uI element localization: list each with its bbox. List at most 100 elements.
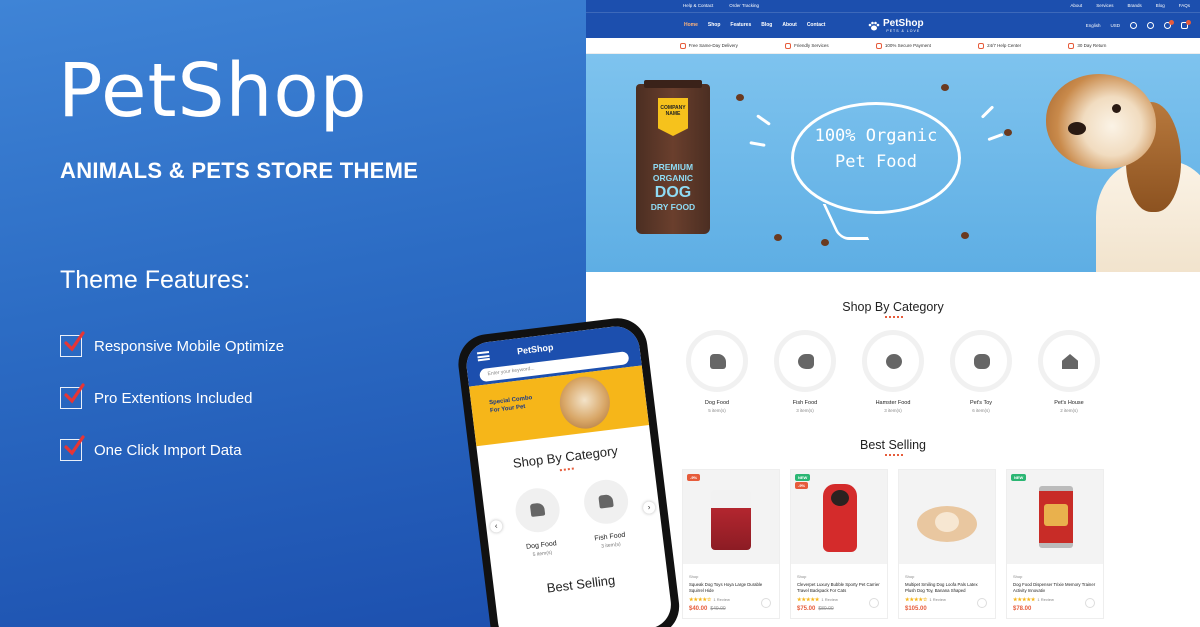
feature-item: One Click Import Data	[60, 424, 284, 476]
bag-line: DRY FOOD	[650, 201, 696, 212]
product-name[interactable]: Multipet Smiling Dog Loofa Pals Latex Pl…	[905, 582, 989, 594]
product-thumb	[711, 490, 751, 550]
category-dog-food[interactable]: Dog Food 5 item(s)	[686, 330, 748, 413]
add-to-cart-icon[interactable]	[761, 598, 771, 608]
bag-line: DOG	[654, 183, 692, 201]
wishlist-badge	[1169, 20, 1174, 25]
cart-icon[interactable]	[1181, 20, 1191, 29]
product-card[interactable]: NEW -9% Shop Cleverpet Luxury Bubble Spo…	[790, 469, 888, 619]
product-category: Shop	[905, 574, 915, 579]
add-to-cart-icon[interactable]	[869, 598, 879, 608]
nav-blog[interactable]: Blog	[761, 22, 772, 28]
category-name: Dog Food	[704, 400, 730, 406]
kibble-decoration	[961, 232, 969, 239]
dog-image	[1026, 66, 1200, 272]
about-link[interactable]: About	[1070, 3, 1082, 8]
product-discount-badge: -9%	[795, 482, 809, 489]
service-label: Friendly Services	[794, 43, 829, 48]
kibble-decoration	[821, 239, 829, 246]
price-old: $80.00	[818, 606, 834, 612]
product-name[interactable]: Squeak Dog Toys Hoya Large Durable Squir…	[689, 582, 773, 594]
product-category: Shop	[689, 574, 699, 579]
price-current: $105.00	[905, 606, 927, 612]
ray-decoration	[987, 132, 1004, 142]
product-category: Shop	[1013, 574, 1023, 579]
hamburger-menu-icon[interactable]	[476, 350, 490, 362]
product-name[interactable]: Cleverpet Luxury Bubble Sporty Pet Carri…	[797, 582, 881, 594]
brands-link[interactable]: Brands	[1127, 3, 1141, 8]
paw-icon	[868, 21, 880, 30]
category-fish-food[interactable]: Fish Food 3 item(s)	[774, 330, 836, 413]
help-contact-link[interactable]: Help & Contact	[683, 3, 713, 8]
phone-category-item[interactable]: Dog Food 5 item(s)	[512, 485, 565, 560]
wishlist-icon[interactable]	[1164, 20, 1174, 29]
ray-decoration	[980, 105, 995, 119]
title-underline	[885, 315, 903, 318]
faqs-link[interactable]: FAQs	[1179, 3, 1190, 8]
phone-logo[interactable]: PetShop	[517, 342, 554, 356]
hamster-icon	[886, 354, 902, 369]
review-count: 1 Review	[713, 597, 730, 602]
category-pets-toy[interactable]: Pet's Toy 6 item(s)	[950, 330, 1012, 413]
service-delivery: Free Same-Day Delivery	[679, 42, 738, 49]
nav-contact[interactable]: Contact	[807, 22, 826, 28]
currency-select[interactable]: USD	[1110, 23, 1120, 28]
feature-label: One Click Import Data	[94, 441, 242, 459]
ray-decoration	[756, 114, 771, 126]
category-count: 6 item(s)	[972, 408, 990, 413]
add-to-cart-icon[interactable]	[977, 598, 987, 608]
order-tracking-link[interactable]: Order Tracking	[729, 3, 759, 8]
product-name[interactable]: Dog Food Dispenser Trixie Memory Trainer…	[1013, 582, 1097, 594]
product-price: $105.00	[905, 606, 989, 612]
fish-icon	[798, 354, 814, 369]
services-link[interactable]: Services	[1096, 3, 1113, 8]
add-to-cart-icon[interactable]	[1085, 598, 1095, 608]
nav-home[interactable]: Home	[684, 22, 698, 28]
category-pets-house[interactable]: Pet's House 2 item(s)	[1038, 330, 1100, 413]
product-card[interactable]: NEW Shop Dog Food Dispenser Trixie Memor…	[1006, 469, 1104, 619]
rating-stars: ★★★★☆	[905, 597, 928, 603]
product-grid: -9% Shop Squeak Dog Toys Hoya Large Dura…	[682, 469, 1104, 619]
hero-headline: 100% Organic Pet Food	[806, 124, 946, 175]
product-card[interactable]: Shop Multipet Smiling Dog Loofa Pals Lat…	[898, 469, 996, 619]
service-label: 30 Day Return	[1077, 43, 1107, 48]
category-name: Hamster Food	[875, 400, 911, 406]
rating-stars: ★★★★★	[797, 597, 820, 603]
food-bag-image: COMPANY NAME PREMIUM ORGANIC DOG DRY FOO…	[636, 80, 710, 234]
user-icon[interactable]	[1147, 22, 1154, 29]
rating-stars: ★★★★★	[1013, 597, 1036, 603]
product-image: NEW	[1007, 470, 1103, 564]
category-circle	[1038, 330, 1100, 392]
product-price: $75.00 $80.00	[797, 606, 881, 612]
search-icon[interactable]	[1130, 22, 1137, 29]
checkbox-checked-icon	[60, 435, 85, 461]
product-price: $40.00 $49.00	[689, 606, 773, 612]
ray-decoration	[749, 141, 766, 147]
checkbox-checked-icon	[60, 331, 85, 357]
site-logo[interactable]: PetShop PETS & LOVE	[868, 18, 924, 33]
category-name: Fish Food	[792, 400, 818, 406]
category-hamster-food[interactable]: Hamster Food 3 item(s)	[862, 330, 924, 413]
kibble-decoration	[774, 234, 782, 241]
blog-link[interactable]: Blog	[1156, 3, 1165, 8]
nav-about[interactable]: About	[782, 22, 796, 28]
category-circle	[862, 330, 924, 392]
hero-headline-line: Pet Food	[835, 151, 917, 172]
category-count: 5 item(s)	[708, 408, 726, 413]
site-logo-sub: PETS & LOVE	[886, 29, 921, 33]
phone-category-list: Dog Food 5 item(s) Fish Food 3 item(s)	[482, 474, 663, 564]
language-select[interactable]: English	[1086, 23, 1101, 28]
site-logo-text: PetShop	[883, 18, 924, 29]
service-label: 100% Secure Payment	[884, 43, 931, 48]
nav-features[interactable]: Features	[730, 22, 751, 28]
product-badge: -9%	[687, 474, 701, 481]
category-count: 2 item(s)	[1060, 408, 1078, 413]
bone-icon	[974, 354, 990, 369]
dog-head-icon	[710, 354, 726, 369]
title-underline	[885, 453, 903, 456]
hero-banner[interactable]: COMPANY NAME PREMIUM ORGANIC DOG DRY FOO…	[586, 54, 1200, 272]
title-underline	[559, 466, 574, 472]
nav-shop[interactable]: Shop	[708, 22, 721, 28]
cart-badge	[1186, 20, 1191, 25]
phone-category-item[interactable]: Fish Food 3 item(s)	[581, 477, 633, 551]
